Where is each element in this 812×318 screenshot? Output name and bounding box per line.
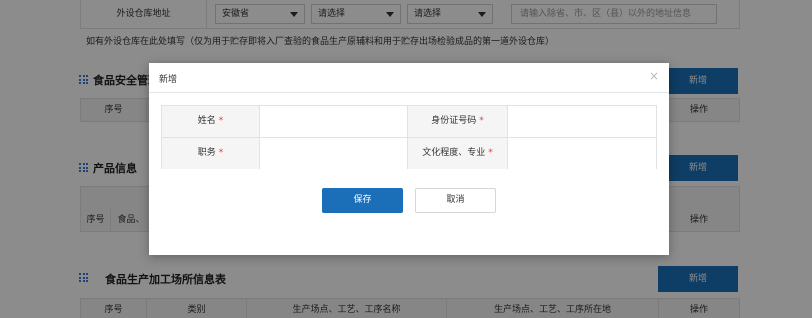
- education-input[interactable]: [508, 138, 656, 169]
- required-mark: *: [488, 148, 493, 158]
- position-label: 职务 *: [162, 138, 260, 169]
- form-row: 姓名 * 身份证号码 *: [162, 106, 656, 137]
- id-number-input[interactable]: [508, 106, 656, 137]
- required-mark: *: [218, 116, 224, 126]
- close-icon[interactable]: ×: [649, 69, 659, 83]
- person-form: 姓名 * 身份证号码 * 职务 * 文化程度、专业 *: [161, 105, 657, 169]
- form-row: 职务 * 文化程度、专业 *: [162, 137, 656, 169]
- education-label: 文化程度、专业 *: [408, 138, 508, 169]
- dialog-title: 新增: [159, 75, 178, 85]
- cancel-button[interactable]: 取消: [415, 188, 496, 213]
- add-person-dialog: 新增 × 姓名 * 身份证号码 * 职务 * 文化程度、专业 * 保存 取消: [149, 63, 669, 255]
- required-mark: *: [218, 148, 224, 158]
- name-label: 姓名 *: [162, 106, 260, 137]
- name-input[interactable]: [260, 106, 408, 137]
- name-label-text: 姓名: [197, 116, 216, 126]
- id-number-label: 身份证号码 *: [408, 106, 508, 137]
- required-mark: *: [479, 116, 484, 126]
- save-button[interactable]: 保存: [322, 188, 403, 213]
- id-number-label-text: 身份证号码: [431, 116, 477, 126]
- dialog-header: 新增 ×: [149, 63, 669, 93]
- position-input[interactable]: [260, 138, 408, 169]
- position-label-text: 职务: [197, 148, 216, 158]
- education-label-text: 文化程度、专业: [422, 148, 486, 158]
